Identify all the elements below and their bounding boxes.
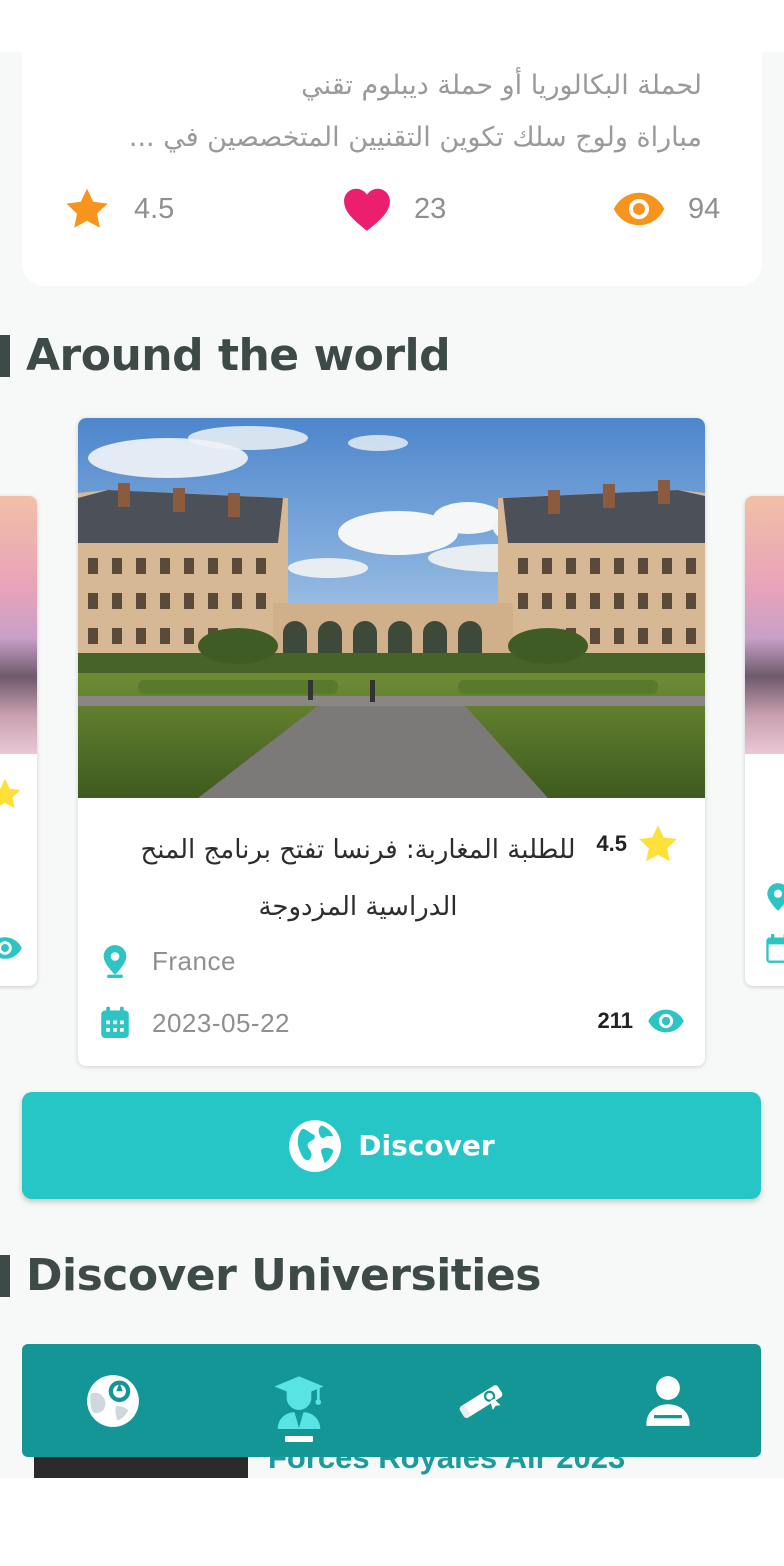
nav-explore[interactable] (53, 1344, 173, 1457)
eye-icon (613, 192, 665, 226)
article-views: 94 (612, 185, 720, 233)
explore-icon (87, 1374, 139, 1427)
diploma-icon (459, 1384, 503, 1418)
around-world-heading: Around the world (0, 330, 451, 381)
card-date-text: 2023-05-22 (152, 1007, 290, 1038)
card-views-count: 211 (597, 1008, 634, 1033)
universities-heading-text: Discover Universities (26, 1250, 541, 1301)
discover-button[interactable]: Discover (22, 1092, 761, 1199)
nav-active-indicator (285, 1436, 313, 1442)
carousel-card-image (0, 496, 37, 754)
bottom-navigation (22, 1344, 761, 1457)
article-rating-value: 4.5 (134, 192, 175, 225)
globe-icon (289, 1119, 342, 1172)
discover-button-label: Discover (358, 1129, 495, 1162)
heart-icon (344, 188, 390, 231)
profile-icon (646, 1375, 690, 1426)
nav-diplomas[interactable] (422, 1344, 542, 1457)
star-icon (639, 825, 677, 862)
calendar-icon (101, 1006, 129, 1038)
card-views: 211 (598, 1008, 686, 1034)
universities-heading: Discover Universities (0, 1250, 541, 1301)
card-location-text: France (152, 945, 236, 976)
carousel-card-current[interactable]: 4.5 للطلبة المغاربة: فرنسا تفتح برنامج ا… (78, 418, 705, 1066)
eye-icon (0, 937, 22, 959)
app-screen: لحملة البكالوريا أو حملة ديبلوم تقني مبا… (0, 0, 784, 1478)
article-views-count: 94 (688, 192, 721, 225)
nav-profile[interactable] (608, 1344, 728, 1457)
eye-icon (648, 1009, 684, 1033)
card-date: 2023-05-22 (100, 1006, 290, 1040)
star-icon (66, 188, 108, 228)
article-rating: 4.5 (62, 185, 174, 233)
carousel-card-next[interactable] (745, 496, 784, 986)
calendar-icon (766, 934, 784, 963)
around-world-heading-text: Around the world (26, 330, 451, 381)
article-likes[interactable]: 23 (342, 185, 446, 233)
heading-accent-bar (0, 334, 10, 377)
card-location: France (100, 944, 236, 978)
graduate-icon (274, 1375, 324, 1429)
article-description-line1: لحملة البكالوريا أو حملة ديبلوم تقني (301, 70, 702, 101)
heading-accent-bar (0, 1254, 10, 1297)
card-rating-value: 4.5 (596, 831, 627, 856)
location-pin-icon (103, 945, 127, 978)
card-rating: 4.5 (596, 822, 681, 866)
location-pin-icon (767, 883, 784, 911)
article-description-line2: مباراة ولوج سلك تكوين التقنيين المتخصصين… (128, 122, 702, 153)
card-title: للطلبة المغاربة: فرنسا تفتح برنامج المنح… (140, 835, 576, 922)
star-icon (0, 778, 21, 809)
carousel-card-image (745, 496, 784, 754)
article-card[interactable]: لحملة البكالوريا أو حملة ديبلوم تقني مبا… (22, 20, 762, 286)
carousel-card-previous[interactable] (0, 496, 37, 986)
card-photo (78, 418, 705, 798)
article-likes-count: 23 (414, 192, 447, 225)
